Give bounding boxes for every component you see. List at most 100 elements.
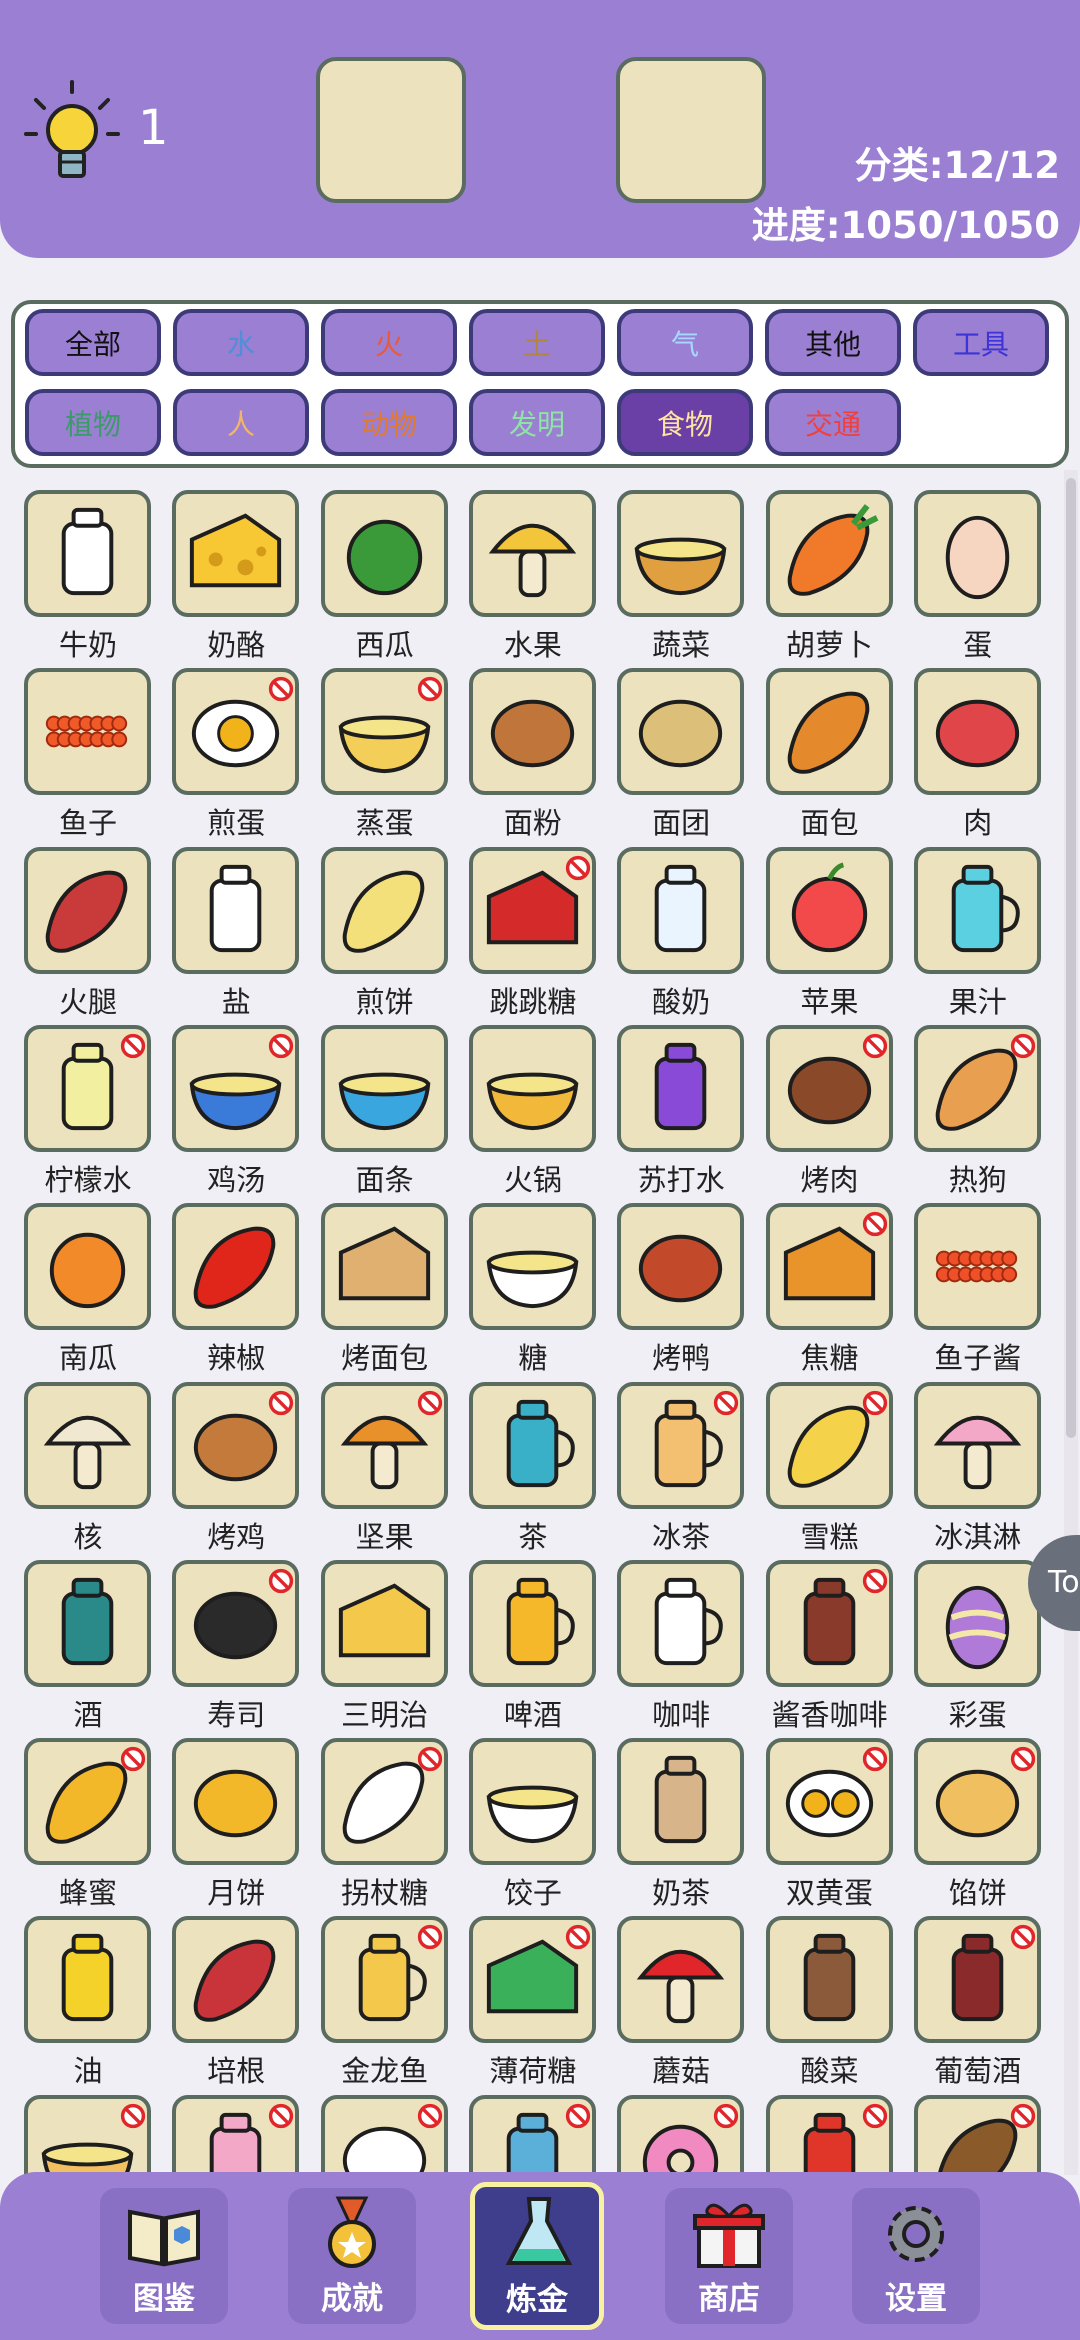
category-tab[interactable]: 植物: [25, 389, 161, 456]
element-item[interactable]: 南瓜: [14, 1203, 162, 1375]
combine-slot-right[interactable]: [616, 57, 766, 203]
element-tile[interactable]: [913, 1203, 1041, 1331]
element-tile[interactable]: [468, 1024, 596, 1152]
category-tab[interactable]: 发明: [469, 389, 605, 456]
element-item[interactable]: [459, 2094, 607, 2178]
element-tile[interactable]: [172, 1203, 300, 1331]
element-item[interactable]: 蒸蛋: [311, 668, 459, 840]
element-tile[interactable]: [765, 1203, 893, 1331]
element-tile[interactable]: [320, 1203, 448, 1331]
element-tile[interactable]: [617, 1203, 745, 1331]
element-tile[interactable]: [468, 1559, 596, 1687]
element-item[interactable]: 油: [14, 1916, 162, 2088]
element-tile[interactable]: [913, 1559, 1041, 1687]
element-tile[interactable]: [617, 1024, 745, 1152]
element-tile[interactable]: [24, 1738, 151, 1866]
element-tile[interactable]: [172, 1738, 300, 1866]
element-item[interactable]: 酱香咖啡: [756, 1559, 904, 1732]
element-item[interactable]: 金龙鱼: [311, 1916, 459, 2088]
element-tile[interactable]: [765, 668, 893, 796]
element-item[interactable]: 雪糕: [756, 1381, 904, 1554]
category-tab[interactable]: 交通: [765, 389, 901, 456]
element-item[interactable]: 咖啡: [607, 1559, 755, 1732]
element-tile[interactable]: [468, 668, 596, 796]
element-tile[interactable]: [913, 668, 1041, 796]
element-item[interactable]: 冰茶: [607, 1381, 755, 1554]
element-item[interactable]: [904, 2094, 1052, 2178]
element-tile[interactable]: [913, 846, 1041, 974]
element-tile[interactable]: [320, 846, 448, 974]
element-tile[interactable]: [765, 1738, 893, 1866]
element-item[interactable]: 核: [14, 1381, 162, 1554]
element-tile[interactable]: [24, 846, 151, 974]
element-item[interactable]: 酸菜: [756, 1916, 904, 2088]
element-item[interactable]: 面粉: [459, 668, 607, 840]
element-tile[interactable]: [320, 1738, 448, 1866]
element-item[interactable]: 面条: [311, 1024, 459, 1197]
element-item[interactable]: 酒: [14, 1559, 162, 1732]
element-item[interactable]: 蛋: [904, 490, 1052, 662]
category-tab[interactable]: 气: [617, 309, 753, 376]
element-tile[interactable]: [913, 1916, 1041, 2044]
element-tile[interactable]: [617, 1916, 745, 2044]
category-tab[interactable]: 人: [173, 389, 309, 456]
element-tile[interactable]: [617, 1559, 745, 1687]
element-item[interactable]: 啤酒: [459, 1559, 607, 1732]
element-item[interactable]: 糖: [459, 1203, 607, 1375]
element-tile[interactable]: [617, 490, 745, 617]
element-tile[interactable]: [172, 2094, 300, 2178]
element-item[interactable]: 苏打水: [607, 1024, 755, 1197]
element-tile[interactable]: [765, 1559, 893, 1687]
element-item[interactable]: 烤鸡: [162, 1381, 310, 1554]
element-tile[interactable]: [24, 1024, 151, 1152]
element-tile[interactable]: [320, 1381, 448, 1509]
element-item[interactable]: 烤鸭: [607, 1203, 755, 1375]
element-tile[interactable]: [24, 490, 151, 617]
element-tile[interactable]: [617, 668, 745, 796]
element-tile[interactable]: [468, 2094, 596, 2178]
element-tile[interactable]: [172, 1381, 300, 1509]
element-tile[interactable]: [320, 490, 448, 617]
element-tile[interactable]: [913, 1381, 1041, 1509]
nav-medal[interactable]: 成就: [288, 2188, 416, 2324]
element-tile[interactable]: [765, 846, 893, 974]
element-item[interactable]: 火腿: [14, 846, 162, 1019]
element-item[interactable]: 火锅: [459, 1024, 607, 1197]
element-item[interactable]: [14, 2094, 162, 2178]
element-item[interactable]: 茶: [459, 1381, 607, 1554]
element-item[interactable]: 蔬菜: [607, 490, 755, 662]
element-item[interactable]: 蜂蜜: [14, 1738, 162, 1910]
element-item[interactable]: 西瓜: [311, 490, 459, 662]
element-item[interactable]: 拐杖糖: [311, 1738, 459, 1910]
element-item[interactable]: 饺子: [459, 1738, 607, 1910]
element-tile[interactable]: [913, 1738, 1041, 1866]
element-item[interactable]: 培根: [162, 1916, 310, 2088]
element-tile[interactable]: [24, 1916, 151, 2044]
element-tile[interactable]: [468, 1916, 596, 2044]
element-tile[interactable]: [24, 1559, 151, 1687]
element-item[interactable]: 馅饼: [904, 1738, 1052, 1910]
element-item[interactable]: 鱼子酱: [904, 1203, 1052, 1375]
element-tile[interactable]: [172, 668, 300, 796]
element-item[interactable]: 奶茶: [607, 1738, 755, 1910]
element-tile[interactable]: [320, 1916, 448, 2044]
element-tile[interactable]: [172, 490, 300, 617]
element-item[interactable]: 盐: [162, 846, 310, 1019]
element-item[interactable]: 焦糖: [756, 1203, 904, 1375]
category-tab[interactable]: 土: [469, 309, 605, 376]
element-item[interactable]: 水果: [459, 490, 607, 662]
element-tile[interactable]: [617, 1738, 745, 1866]
element-item[interactable]: [162, 2094, 310, 2178]
element-tile[interactable]: [468, 1738, 596, 1866]
element-item[interactable]: 面包: [756, 668, 904, 840]
element-item[interactable]: 烤肉: [756, 1024, 904, 1197]
element-tile[interactable]: [617, 2094, 745, 2178]
nav-gear[interactable]: 设置: [852, 2188, 980, 2324]
nav-flask[interactable]: 炼金: [470, 2182, 604, 2330]
element-item[interactable]: [607, 2094, 755, 2178]
category-tab[interactable]: 全部: [25, 309, 161, 376]
element-tile[interactable]: [617, 846, 745, 974]
category-tab[interactable]: 食物: [617, 389, 753, 456]
element-item[interactable]: 辣椒: [162, 1203, 310, 1375]
element-tile[interactable]: [913, 490, 1041, 617]
